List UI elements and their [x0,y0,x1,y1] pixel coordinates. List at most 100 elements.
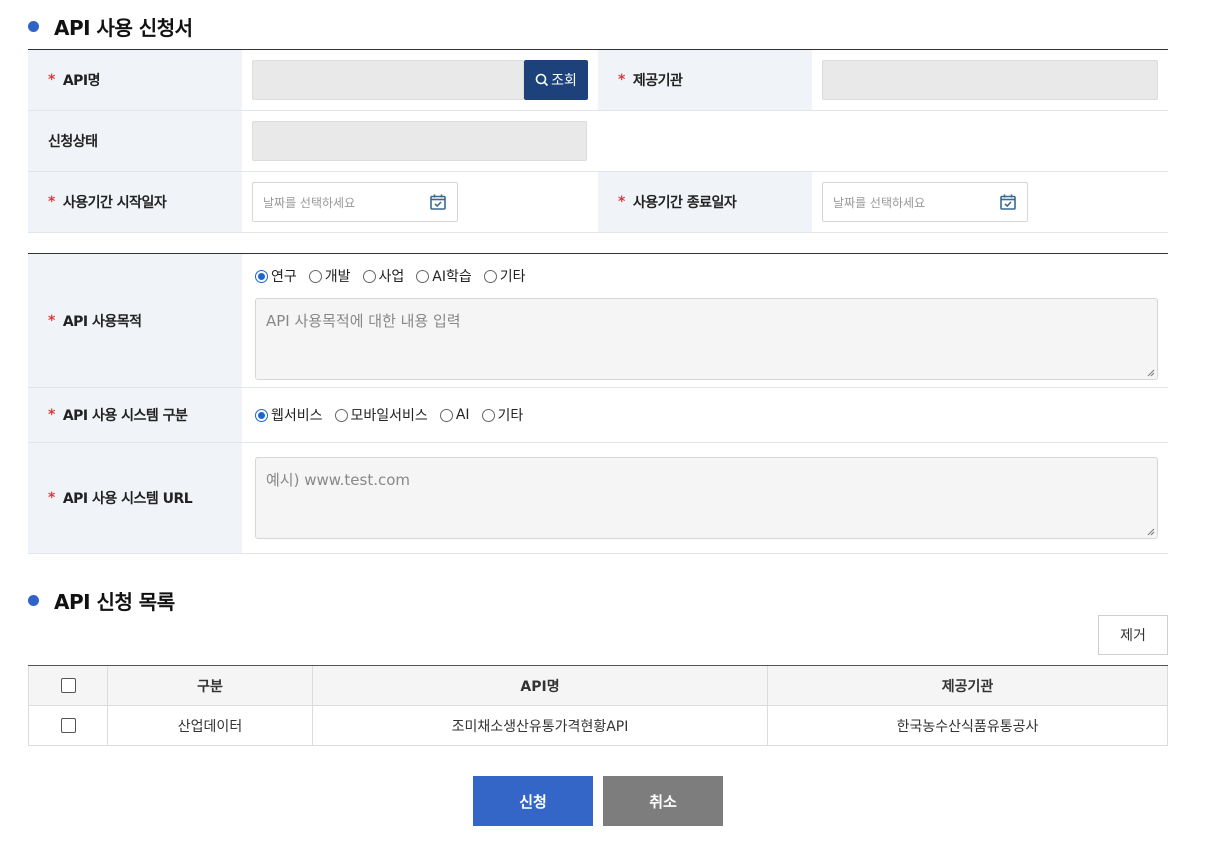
purpose-option[interactable]: 개발 [308,266,351,286]
bullet-icon [28,21,39,32]
end-date-cell: 날짜를 선택하세요 [812,172,1168,232]
submit-button[interactable]: 신청 [473,776,593,826]
purpose-option-label: 기타 [499,269,526,285]
bullet-icon [28,595,39,606]
system-url-cell: 예시) www.test.com [242,443,1168,553]
purpose-label: * API 사용목적 [28,254,242,387]
form-section-title: API 사용 신청서 [28,12,193,41]
system-type-radio-group: 웹서비스 모바일서비스 AI 기타 [255,405,535,425]
system-url-label: * API 사용 시스템 URL [28,443,242,553]
header-checkbox-cell [28,666,108,705]
purpose-option-label: AI학습 [432,269,472,285]
form-title: API 사용 신청서 [54,16,193,40]
required-mark: * [48,407,55,423]
purpose-option[interactable]: 기타 [483,266,526,286]
system-url-placeholder: 예시) www.test.com [266,471,411,489]
system-url-textarea[interactable]: 예시) www.test.com [255,457,1158,539]
list-title: API 신청 목록 [54,590,175,614]
select-all-checkbox[interactable] [60,678,76,693]
row-api-name: 조미채소생산유통가격현황API [313,706,768,745]
purpose-placeholder: API 사용목적에 대한 내용 입력 [266,312,461,330]
calendar-icon[interactable] [999,193,1017,211]
required-mark: * [618,194,625,210]
row-checkbox-cell [28,706,108,745]
provider-cell [812,50,1168,110]
system-type-label-text: API 사용 시스템 구분 [62,408,188,424]
search-button-label: 조회 [551,73,577,89]
calendar-icon[interactable] [429,193,447,211]
remove-button-label: 제거 [1120,628,1146,644]
table-row: 산업데이터 조미채소생산유통가격현황API 한국농수산식품유통공사 [28,706,1168,746]
api-name-label-text: API명 [62,73,101,89]
purpose-option-label: 연구 [271,269,297,285]
system-type-label: * API 사용 시스템 구분 [28,388,242,442]
radio-button[interactable] [481,408,495,422]
status-label: 신청상태 [28,111,242,171]
status-label-text: 신청상태 [48,134,98,150]
start-date-placeholder: 날짜를 선택하세요 [263,195,356,210]
system-type-option-label: 기타 [497,408,524,424]
purpose-cell: 연구 개발 사업 AI학습 기타 API 사용목적에 대한 내용 입력 [242,254,1168,387]
column-header-provider: 제공기관 [768,666,1168,705]
system-type-option[interactable]: 기타 [481,405,524,425]
radio-button[interactable] [483,269,497,283]
system-type-option-label: 웹서비스 [271,408,323,424]
cancel-button-label: 취소 [649,792,677,811]
end-date-input[interactable]: 날짜를 선택하세요 [822,182,1028,222]
radio-button[interactable] [255,269,268,283]
column-header-category: 구분 [108,666,313,705]
usage-form-table: * API 사용목적 연구 개발 사업 AI학습 기타 API 사용목적에 대한 내용 … [28,253,1168,554]
radio-button[interactable] [439,408,453,422]
status-cell [242,111,1168,171]
cancel-button[interactable]: 취소 [603,776,723,826]
api-name-label: * API명 [28,50,242,110]
required-mark: * [48,72,55,88]
required-mark: * [48,490,55,506]
api-name-cell: 조회 [242,50,598,110]
radio-button[interactable] [416,269,430,283]
resize-grip-icon[interactable] [1147,369,1155,377]
status-input[interactable] [252,121,587,161]
purpose-option[interactable]: AI학습 [416,266,472,286]
start-date-label: * 사용기간 시작일자 [28,172,242,232]
row-checkbox[interactable] [60,718,76,733]
search-icon [535,73,549,87]
column-header-api-name: API명 [313,666,768,705]
end-date-placeholder: 날짜를 선택하세요 [833,195,926,210]
start-date-label-text: 사용기간 시작일자 [62,195,167,211]
purpose-option[interactable]: 사업 [362,266,404,286]
system-type-cell: 웹서비스 모바일서비스 AI 기타 [242,388,1168,442]
end-date-label-text: 사용기간 종료일자 [632,195,737,211]
submit-button-label: 신청 [519,792,547,811]
system-type-option[interactable]: 웹서비스 [255,405,323,425]
radio-button[interactable] [362,269,376,283]
required-mark: * [48,312,55,329]
system-type-option[interactable]: AI [439,407,470,423]
api-request-list-table: 구분 API명 제공기관 산업데이터 조미채소생산유통가격현황API 한국농수산… [28,665,1168,746]
radio-button[interactable] [255,408,268,422]
resize-grip-icon[interactable] [1147,528,1155,536]
purpose-radio-group: 연구 개발 사업 AI학습 기타 [255,266,538,286]
row-provider: 한국농수산식품유통공사 [768,706,1168,745]
provider-label: * 제공기관 [598,50,812,110]
application-form-table: * API명 조회 * 제공기관 신청상태 * 사용기간 시작일자 날짜를 선택… [28,49,1168,233]
api-search-button[interactable]: 조회 [524,60,588,100]
purpose-label-text: API 사용목적 [62,313,142,330]
start-date-input[interactable]: 날짜를 선택하세요 [252,182,458,222]
provider-input[interactable] [822,60,1158,100]
radio-button[interactable] [334,408,348,422]
purpose-option[interactable]: 연구 [255,266,297,286]
purpose-textarea[interactable]: API 사용목적에 대한 내용 입력 [255,298,1158,380]
table-header-row: 구분 API명 제공기관 [28,666,1168,706]
api-name-input[interactable] [252,60,524,100]
remove-button[interactable]: 제거 [1098,615,1168,655]
radio-button[interactable] [308,269,322,283]
purpose-option-label: 개발 [324,269,351,285]
required-mark: * [618,72,625,88]
system-type-option-label: AI [455,407,470,423]
end-date-label: * 사용기간 종료일자 [598,172,812,232]
start-date-cell: 날짜를 선택하세요 [242,172,598,232]
required-mark: * [48,194,55,210]
provider-label-text: 제공기관 [632,73,683,89]
system-type-option[interactable]: 모바일서비스 [334,405,428,425]
